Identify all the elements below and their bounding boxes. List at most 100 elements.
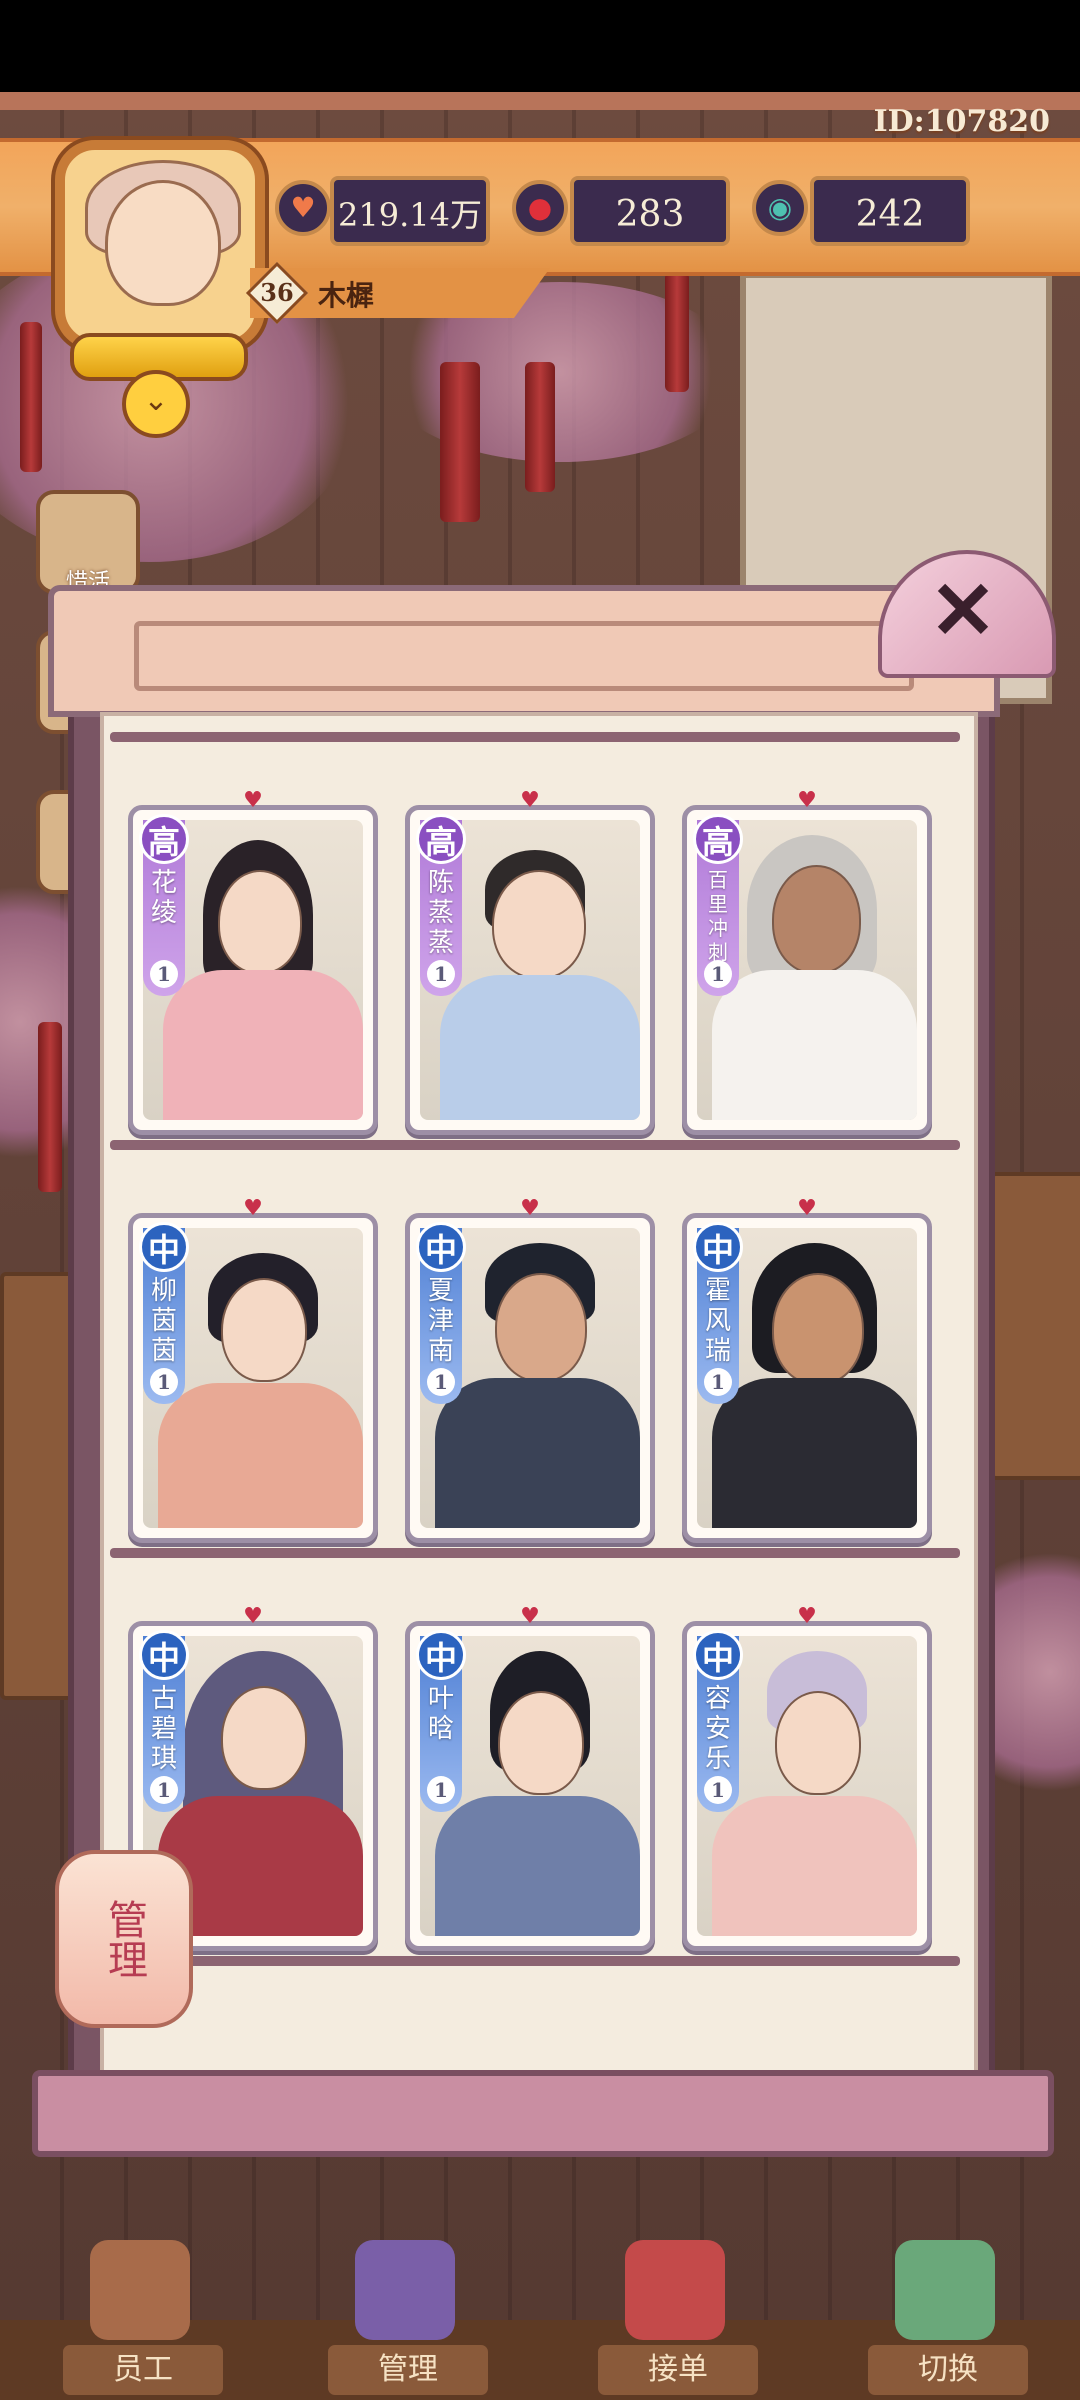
- rank-badge: 中: [416, 1222, 466, 1272]
- shelf-divider: [110, 1140, 960, 1150]
- staff-card[interactable]: ♥ 中 叶晗 1: [405, 1604, 655, 1951]
- manage-lantern-button[interactable]: 管理: [55, 1850, 193, 2028]
- bottom-nav: 员工 管理 接单 切换: [0, 2230, 1080, 2400]
- rank-badge: 中: [139, 1630, 189, 1680]
- nav-staff[interactable]: 员工: [40, 2230, 240, 2400]
- nav-label: 管理: [325, 2342, 491, 2398]
- portrait-face: [218, 870, 302, 974]
- staff-level: 1: [427, 960, 455, 988]
- rank-badge: 中: [416, 1630, 466, 1680]
- currency-fruit-value[interactable]: 283: [570, 176, 730, 246]
- staff-name: 夏津南: [427, 1276, 454, 1366]
- close-icon: ✕: [929, 563, 997, 657]
- heart-icon: ♥: [797, 1196, 817, 1221]
- nav-switch[interactable]: 切换: [845, 2230, 1045, 2400]
- rank-badge: 中: [693, 1630, 743, 1680]
- player-name: 木樨: [318, 279, 375, 312]
- portrait-face: [492, 870, 586, 979]
- shelf-right: [990, 1172, 1080, 1480]
- portrait-robe: [435, 1796, 640, 1936]
- staff-name: 柳茵茵: [150, 1276, 177, 1366]
- map-icon: [895, 2240, 995, 2340]
- shelf-divider: [110, 1548, 960, 1558]
- currency-jade-value[interactable]: 242: [810, 176, 970, 246]
- portrait-face: [221, 1686, 307, 1790]
- nav-label: 员工: [60, 2342, 226, 2398]
- heart-icon: ♥: [797, 1604, 817, 1629]
- hanging-red-tag: [38, 1022, 62, 1192]
- shelf-divider: [110, 1956, 960, 1966]
- portrait-robe: [712, 1378, 917, 1528]
- nav-manage[interactable]: 管理: [305, 2230, 505, 2400]
- heart-icon: ♥: [520, 1604, 540, 1629]
- portrait-robe: [163, 970, 363, 1120]
- shelf-divider: [110, 732, 960, 742]
- heart-icon: ♥: [797, 788, 817, 813]
- staff-level: 1: [150, 1776, 178, 1804]
- staff-name: 花绫: [150, 868, 177, 928]
- staff-level: 1: [704, 1368, 732, 1396]
- nav-label: 切换: [865, 2342, 1031, 2398]
- portrait-robe: [440, 975, 640, 1120]
- nav-orders[interactable]: 接单: [575, 2230, 775, 2400]
- hanging-red-tag: [20, 322, 42, 472]
- rank-badge: 高: [693, 814, 743, 864]
- order-scroll-icon: [625, 2240, 725, 2340]
- red-fruit-icon: ●: [512, 180, 568, 236]
- heart-icon: ♥: [243, 1196, 263, 1221]
- building-icon: [355, 2240, 455, 2340]
- expand-chevron-icon[interactable]: ⌄: [122, 370, 190, 438]
- portrait-robe: [712, 970, 917, 1120]
- manage-lantern-label: 管理: [101, 1899, 147, 1979]
- rank-badge: 中: [693, 1222, 743, 1272]
- hanging-red-tag: [525, 362, 555, 492]
- staff-level: 1: [150, 960, 178, 988]
- staff-level: 1: [704, 1776, 732, 1804]
- portrait-face: [772, 1273, 864, 1385]
- portrait-face: [775, 1691, 861, 1795]
- heart-icon: ♥: [243, 788, 263, 813]
- staff-card[interactable]: ♥ 中 霍风瑞 1: [682, 1196, 932, 1543]
- staff-level: 1: [427, 1776, 455, 1804]
- staff-card[interactable]: ♥ 高 百里冲刺 1: [682, 788, 932, 1135]
- staff-name: 陈蒸蒸: [427, 868, 454, 958]
- close-button[interactable]: ✕: [878, 550, 1056, 678]
- portrait-face: [772, 865, 861, 974]
- player-avatar[interactable]: [55, 140, 265, 350]
- currency-coins-value[interactable]: 219.14万: [330, 176, 490, 246]
- staff-name: 百里冲刺: [708, 868, 728, 964]
- hanging-red-tag: [665, 272, 689, 392]
- portrait-face: [495, 1273, 587, 1382]
- nav-label: 接单: [595, 2342, 761, 2398]
- staff-card[interactable]: ♥ 中 容安乐 1: [682, 1604, 932, 1951]
- cabinet-roof: [48, 585, 1000, 717]
- rank-badge: 高: [139, 814, 189, 864]
- staff-level: 1: [427, 1368, 455, 1396]
- player-level: 36: [260, 278, 294, 307]
- rank-badge: 高: [416, 814, 466, 864]
- status-bar: [0, 0, 1080, 92]
- staff-name: 古碧琪: [150, 1684, 177, 1774]
- cabinet-roof-lattice: [134, 621, 914, 691]
- staff-card[interactable]: ♥ 高 花绫 1: [128, 788, 378, 1135]
- staff-name: 叶晗: [427, 1684, 454, 1744]
- staff-name: 霍风瑞: [704, 1276, 731, 1366]
- heart-coin-icon: ♥: [275, 180, 331, 236]
- heart-icon: ♥: [520, 788, 540, 813]
- cabinet-base: [32, 2070, 1054, 2157]
- staff-card[interactable]: ♥ 高 陈蒸蒸 1: [405, 788, 655, 1135]
- event-chest-icon[interactable]: 惜活: [36, 490, 140, 595]
- staff-name: 容安乐: [704, 1684, 731, 1774]
- heart-icon: ♥: [243, 1604, 263, 1629]
- staff-level: 1: [704, 960, 732, 988]
- portrait-face: [498, 1691, 584, 1795]
- avatar-face: [105, 180, 221, 306]
- portrait-robe: [158, 1383, 363, 1528]
- staff-portrait-icon: [90, 2240, 190, 2340]
- heart-icon: ♥: [520, 1196, 540, 1221]
- portrait-face: [221, 1278, 307, 1382]
- rank-badge: 中: [139, 1222, 189, 1272]
- staff-card[interactable]: ♥ 中 柳茵茵 1: [128, 1196, 378, 1543]
- staff-card[interactable]: ♥ 中 夏津南 1: [405, 1196, 655, 1543]
- user-id-label: ID:107820: [873, 104, 1050, 139]
